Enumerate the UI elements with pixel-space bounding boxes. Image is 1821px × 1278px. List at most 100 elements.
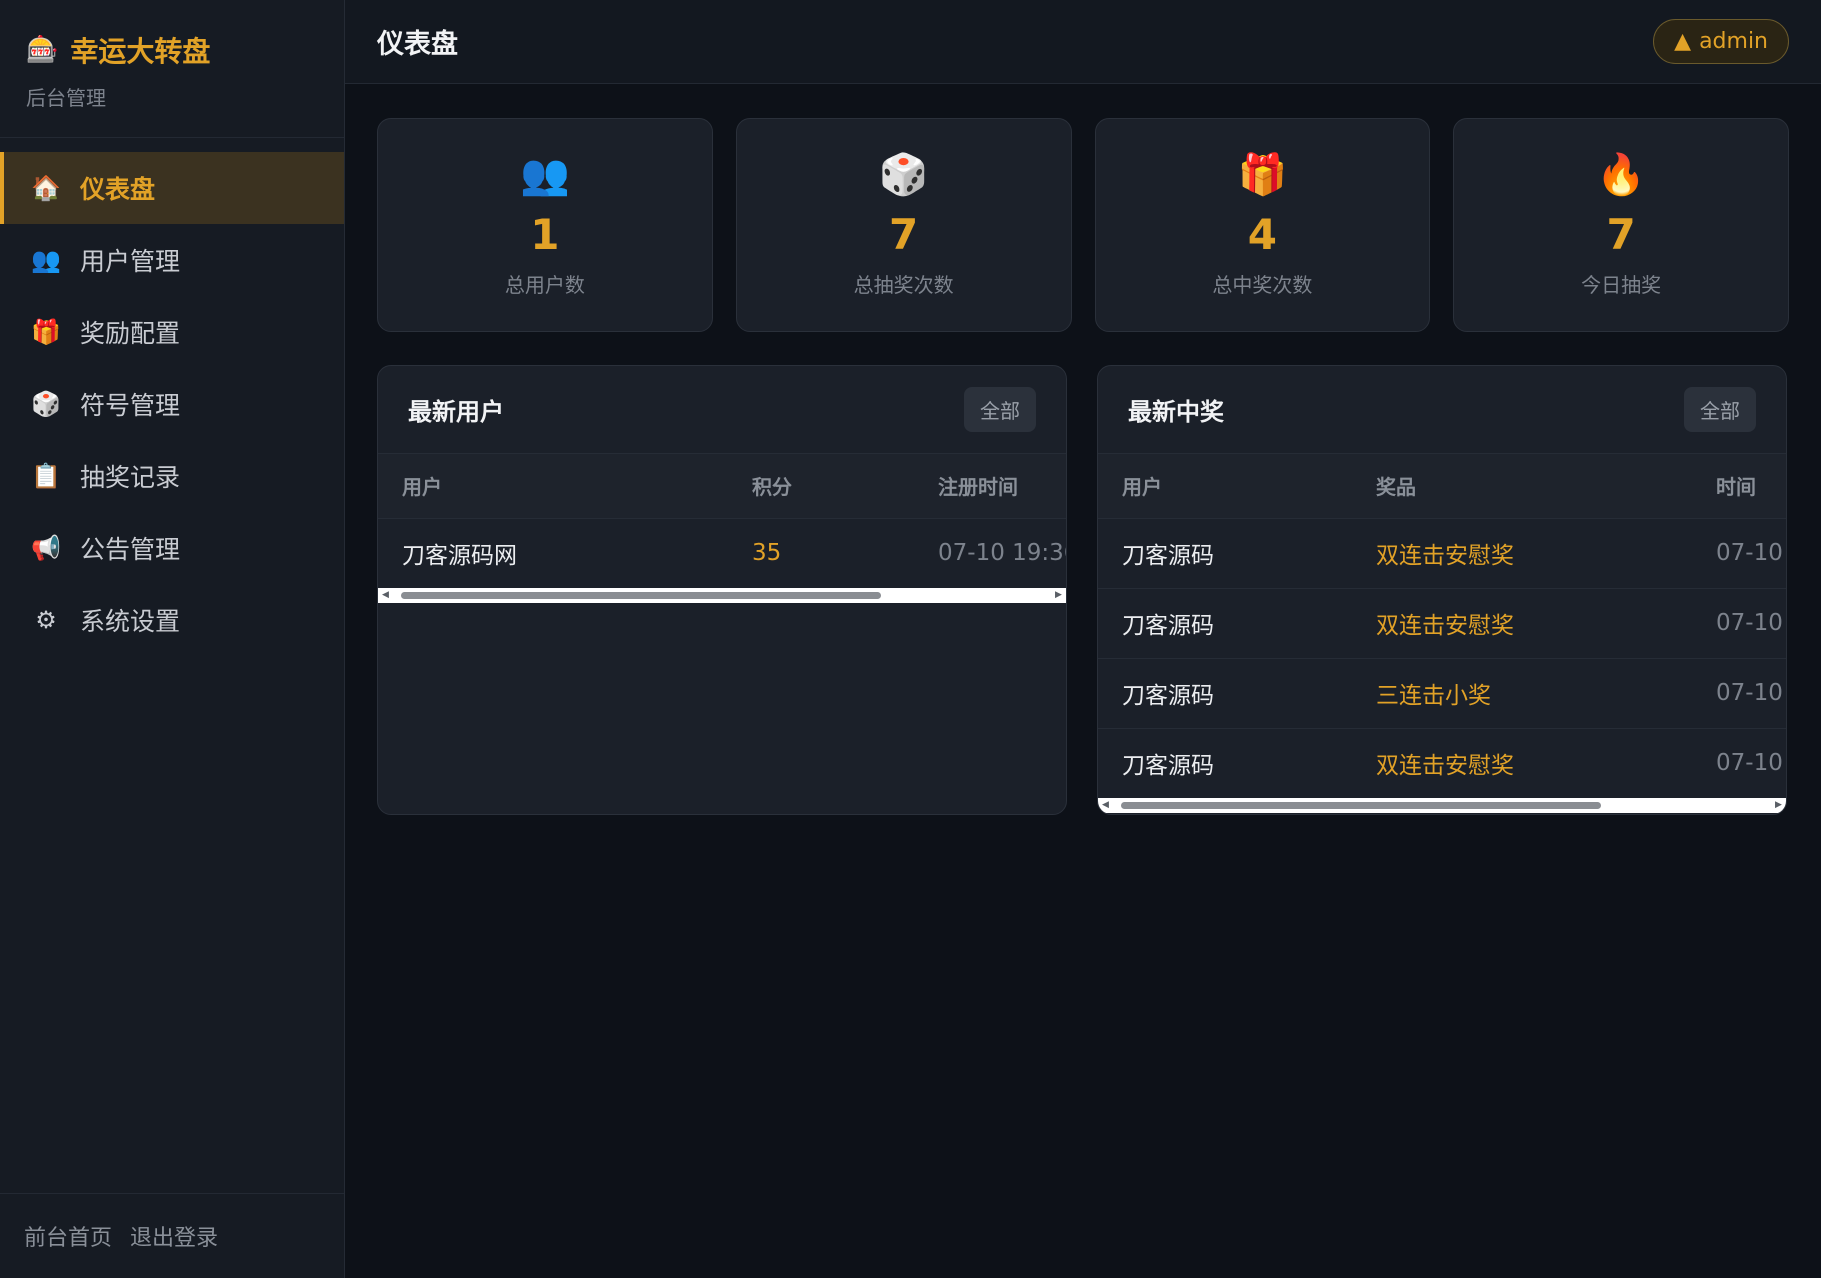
gear-icon: ⚙ [35,606,57,634]
stat-card-total-draws: 🎲 7 总抽奖次数 [735,118,1072,332]
cell-prize: 双连击安慰奖 [1352,517,1692,588]
sidebar-item-label: 公告管理 [80,535,181,564]
column-header: 注册时间 [914,454,1066,518]
panel-header: 最新用户 全部 [378,366,1066,454]
users-table: 用户 积分 注册时间 刀客源码网 35 07-10 19:36 [378,454,1066,588]
main: 仪表盘 ▲ admin 👥 1 总用户数 🎲 7 总抽奖次数 🎁 4 总中奖次数… [345,0,1821,1278]
sidebar-item-rewards[interactable]: 🎁 奖励配置 [0,296,344,368]
sidebar-item-records[interactable]: 📋 抽奖记录 [0,440,344,512]
fire-icon: 🔥 [1596,152,1647,198]
sidebar-item-settings[interactable]: ⚙ 系统设置 [0,584,344,656]
app: 🎰 幸运大转盘 后台管理 🏠 仪表盘 👥 用户管理 🎁 奖励配置 🎲 符号管理 [0,0,1821,1278]
gift-icon: 🎁 [31,318,61,346]
sidebar-item-label: 仪表盘 [80,175,156,204]
dice-icon: 🎲 [878,152,929,198]
logout-link[interactable]: 退出登录 [130,1220,218,1252]
column-header: 时间 [1692,454,1786,518]
cell-user: 刀客源码网 [378,517,728,588]
cell-prize: 双连击安慰奖 [1352,587,1692,658]
brand-title: 幸运大转盘 [70,35,211,68]
scroll-right-icon[interactable]: ▶ [1771,798,1786,813]
brand: 🎰 幸运大转盘 后台管理 [0,0,344,138]
panels-row: 最新用户 全部 用户 积分 注册时间 刀客源码网 35 07-10 19:36 … [377,365,1789,815]
column-header: 积分 [728,454,914,518]
users-icon: 👥 [519,152,570,198]
view-all-users-button[interactable]: 全部 [964,387,1036,432]
stat-card-today-draws: 🔥 7 今日抽奖 [1453,118,1789,332]
scroll-left-icon[interactable]: ◀ [378,588,393,603]
megaphone-icon: 📢 [31,534,61,562]
stat-label: 总抽奖次数 [853,273,954,297]
wins-table-wrap: 用户 奖品 时间 刀客源码 双连击安慰奖 07-10 刀客源码 双连击安慰奖 0… [1098,454,1786,798]
table-header-row: 用户 奖品 时间 [1098,454,1786,518]
cell-user: 刀客源码 [1098,587,1352,658]
dice-icon: 🎲 [31,390,61,418]
table-row: 刀客源码 双连击安慰奖 07-10 [1098,727,1786,798]
clipboard-icon: 📋 [31,462,61,490]
table-row: 刀客源码 三连击小奖 07-10 [1098,657,1786,728]
stat-value: 4 [1247,210,1277,259]
latest-users-panel: 最新用户 全部 用户 积分 注册时间 刀客源码网 35 07-10 19:36 … [377,365,1067,815]
cell-user: 刀客源码 [1098,517,1352,588]
column-header: 用户 [378,454,728,518]
cell-time: 07-10 [1692,517,1786,588]
stat-label: 总用户数 [504,273,585,297]
horizontal-scrollbar[interactable]: ◀ ▶ [1098,798,1786,813]
sidebar-item-label: 符号管理 [80,391,181,420]
scroll-track[interactable] [1113,798,1771,813]
cell-time: 07-10 [1692,587,1786,658]
cell-prize: 双连击安慰奖 [1352,727,1692,798]
column-header: 用户 [1098,454,1352,518]
sidebar-item-dashboard[interactable]: 🏠 仪表盘 [0,152,344,224]
column-header: 奖品 [1352,454,1692,518]
stat-value: 7 [889,210,919,259]
scroll-thumb[interactable] [401,592,881,599]
content: 👥 1 总用户数 🎲 7 总抽奖次数 🎁 4 总中奖次数 🔥 7 今日抽奖 最新… [345,84,1821,849]
sidebar-item-label: 系统设置 [80,607,181,636]
cell-points: 35 [728,517,914,588]
gift-icon: 🎁 [1237,152,1288,198]
stat-value: 7 [1606,210,1636,259]
sidebar-item-users[interactable]: 👥 用户管理 [0,224,344,296]
sidebar: 🎰 幸运大转盘 后台管理 🏠 仪表盘 👥 用户管理 🎁 奖励配置 🎲 符号管理 [0,0,345,1278]
scroll-left-icon[interactable]: ◀ [1098,798,1113,813]
stat-label: 今日抽奖 [1581,273,1662,297]
sidebar-item-announcements[interactable]: 📢 公告管理 [0,512,344,584]
scroll-right-icon[interactable]: ▶ [1051,588,1066,603]
frontend-home-link[interactable]: 前台首页 [24,1220,112,1252]
stat-label: 总中奖次数 [1212,273,1313,297]
scroll-thumb[interactable] [1121,802,1601,809]
topbar: 仪表盘 ▲ admin [345,0,1821,84]
cell-user: 刀客源码 [1098,727,1352,798]
table-row: 刀客源码网 35 07-10 19:36 [378,517,1066,588]
table-row: 刀客源码 双连击安慰奖 07-10 [1098,587,1786,658]
wins-table: 用户 奖品 时间 刀客源码 双连击安慰奖 07-10 刀客源码 双连击安慰奖 0… [1098,454,1786,798]
stat-card-total-users: 👥 1 总用户数 [377,118,713,332]
horizontal-scrollbar[interactable]: ◀ ▶ [378,588,1066,603]
admin-name: admin [1699,29,1768,54]
view-all-wins-button[interactable]: 全部 [1684,387,1756,432]
slot-machine-icon: 🎰 [26,35,59,65]
latest-wins-panel: 最新中奖 全部 用户 奖品 时间 刀客源码 双连击安慰奖 07-10 刀客源码 … [1097,365,1787,815]
scroll-track[interactable] [393,588,1051,603]
sidebar-item-symbols[interactable]: 🎲 符号管理 [0,368,344,440]
table-row: 刀客源码 双连击安慰奖 07-10 [1098,517,1786,588]
cell-time: 07-10 19:36 [914,517,1066,588]
brand-row: 🎰 幸运大转盘 [26,30,318,70]
cell-user: 刀客源码 [1098,657,1352,728]
users-icon: 👥 [31,246,61,274]
cell-prize: 三连击小奖 [1352,657,1692,728]
stat-card-total-wins: 🎁 4 总中奖次数 [1094,118,1431,332]
stats-row: 👥 1 总用户数 🎲 7 总抽奖次数 🎁 4 总中奖次数 🔥 7 今日抽奖 [377,118,1789,332]
table-header-row: 用户 积分 注册时间 [378,454,1066,518]
page-title: 仪表盘 [377,29,458,60]
sidebar-footer: 前台首页 退出登录 [0,1193,344,1278]
triangle-icon: ▲ [1674,29,1692,54]
panel-title: 最新中奖 [1128,398,1224,426]
sidebar-nav: 🏠 仪表盘 👥 用户管理 🎁 奖励配置 🎲 符号管理 📋 抽奖记录 📢 公告管理… [0,152,344,656]
sidebar-item-label: 奖励配置 [80,319,181,348]
users-table-wrap: 用户 积分 注册时间 刀客源码网 35 07-10 19:36 [378,454,1066,588]
admin-badge[interactable]: ▲ admin [1653,19,1789,64]
panel-header: 最新中奖 全部 [1098,366,1786,454]
brand-subtitle: 后台管理 [26,86,106,110]
